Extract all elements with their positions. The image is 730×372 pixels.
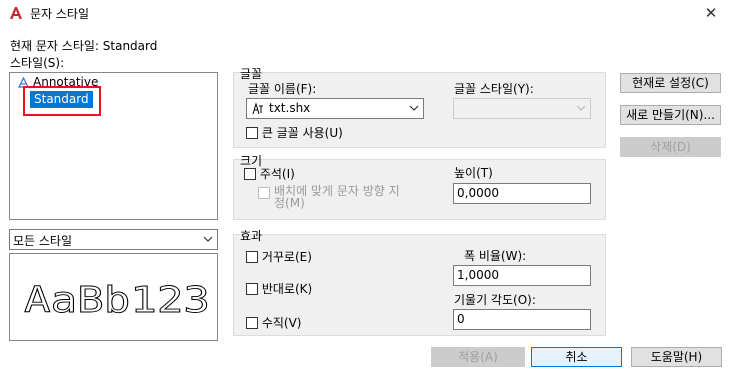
set-current-button[interactable]: 현재로 설정(C) (620, 73, 721, 93)
annotative-option[interactable]: 주석(I) (244, 165, 295, 182)
preview-sample-text: AaBb123 (24, 280, 210, 321)
upside-down-label: 거꾸로(E) (261, 250, 312, 264)
use-big-font-option[interactable]: 큰 글꼴 사용(U) (246, 124, 343, 141)
backwards-checkbox[interactable] (246, 282, 258, 295)
height-label: 높이(T) (454, 166, 493, 180)
new-style-button[interactable]: 새로 만들기(N)... (620, 105, 721, 125)
backwards-label: 반대로(K) (261, 282, 313, 296)
close-button[interactable]: ✕ (700, 2, 722, 24)
cancel-button[interactable]: 취소 (531, 347, 622, 367)
highlight-annotation-box (23, 86, 101, 116)
annotative-label: 주석(I) (259, 167, 295, 181)
title-bar: 문자 스타일 ✕ (0, 0, 730, 26)
apply-button[interactable]: 적용(A) (431, 347, 525, 367)
style-filter-value: 모든 스타일 (13, 234, 73, 248)
font-name-label: 글꼴 이름(F): (248, 82, 317, 96)
styles-label: 스타일(S): (10, 56, 65, 70)
delete-style-button[interactable]: 삭제(D) (620, 137, 721, 157)
annotative-checkbox[interactable] (244, 167, 256, 180)
preview-canvas: AaBb123 (24, 280, 211, 322)
chevron-down-icon (409, 105, 419, 111)
width-factor-input[interactable]: 1,0000 (453, 265, 591, 286)
font-name-value: txt.shx (269, 101, 311, 115)
upside-down-option[interactable]: 거꾸로(E) (246, 248, 312, 265)
use-big-font-label: 큰 글꼴 사용(U) (261, 126, 343, 140)
current-style-label: 현재 문자 스타일: Standard (10, 39, 158, 53)
font-style-label: 글꼴 스타일(Y): (454, 82, 534, 96)
help-button[interactable]: 도움말(H) (631, 347, 722, 367)
match-orientation-checkbox[interactable] (258, 187, 270, 199)
style-filter-combo[interactable]: 모든 스타일 (9, 229, 218, 250)
font-name-combo[interactable]: txt.shx (246, 98, 424, 119)
font-style-combo[interactable] (453, 98, 591, 119)
oblique-angle-label: 기울기 각도(O): (454, 293, 536, 307)
width-factor-label: 폭 비율(W): (464, 249, 527, 263)
match-orientation-label: 배치에 맞게 문자 방향 지정(M) (274, 184, 400, 210)
height-input[interactable]: 0,0000 (453, 183, 591, 204)
use-big-font-checkbox[interactable] (246, 126, 258, 139)
upside-down-checkbox[interactable] (246, 250, 258, 263)
preview-box: AaBb123 (9, 253, 218, 341)
oblique-angle-input[interactable]: 0 (453, 309, 591, 330)
vertical-option[interactable]: 수직(V) (246, 314, 301, 331)
vertical-label: 수직(V) (261, 316, 302, 330)
vertical-checkbox[interactable] (246, 316, 258, 329)
backwards-option[interactable]: 반대로(K) (246, 280, 312, 297)
window-title: 문자 스타일 (30, 7, 90, 21)
effects-group-title: 효과 (240, 229, 263, 243)
shx-font-icon (252, 102, 263, 115)
autocad-app-icon (9, 6, 23, 20)
chevron-down-icon (203, 236, 213, 242)
chevron-down-icon (576, 105, 586, 111)
